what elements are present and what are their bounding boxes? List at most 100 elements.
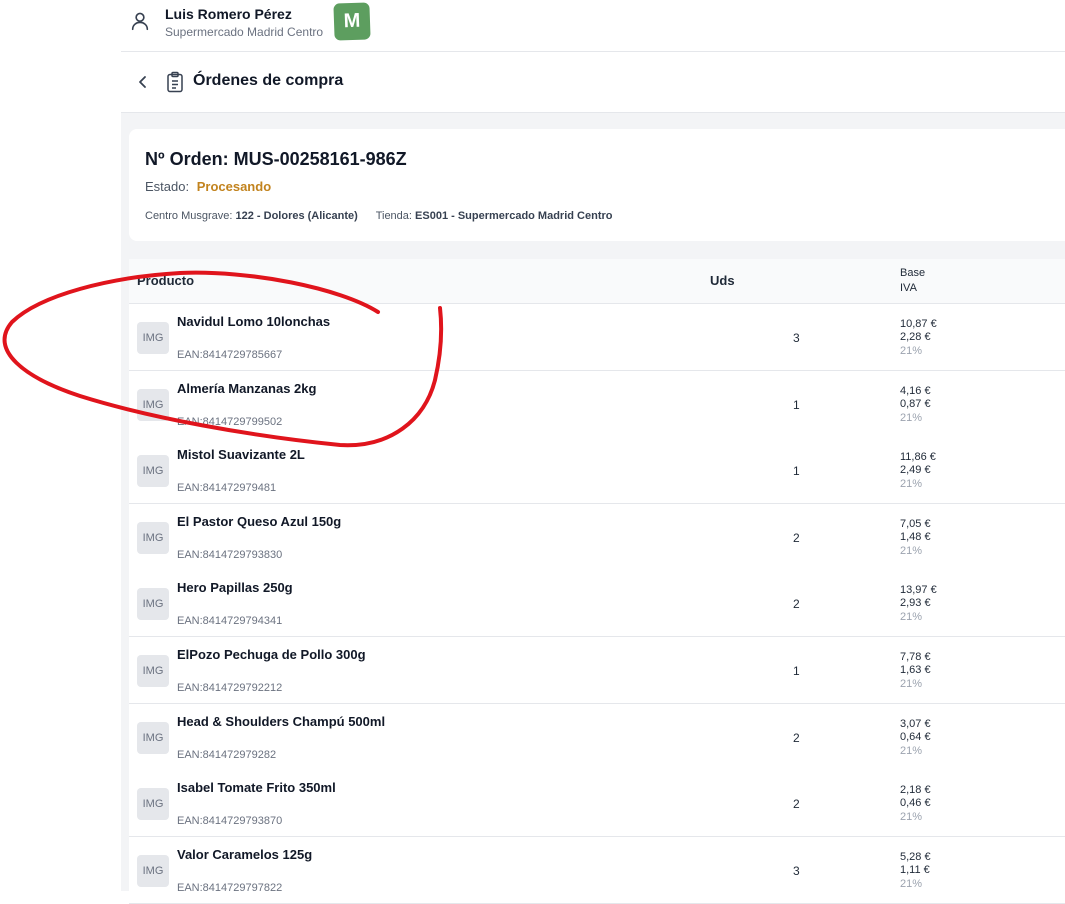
user-bar: Luis Romero Pérez Supermercado Madrid Ce… xyxy=(121,0,1065,52)
table-row[interactable]: IMG Navidul Lomo 10lonchas EAN:84147297856… xyxy=(129,304,1065,371)
product-base-price: 3,07 € xyxy=(900,717,931,730)
product-iva-rate: 21% xyxy=(900,544,923,557)
product-iva-amount: 1,63 € xyxy=(900,664,931,676)
order-number: Nº Orden: MUS-00258161-986Z xyxy=(145,149,407,169)
product-thumbnail: IMG xyxy=(137,788,169,821)
product-base-price: 7,05 € xyxy=(900,517,931,530)
product-iva-rate: 21% xyxy=(900,678,923,690)
product-base-price: 4,16 € xyxy=(900,384,931,397)
user-icon[interactable] xyxy=(129,10,151,32)
product-iva-amount: 0,46 € xyxy=(900,797,931,810)
product-thumbnail: IMG xyxy=(137,388,169,421)
product-iva-amount: 2,28 € xyxy=(900,331,931,343)
center-label: Centro Musgrave: xyxy=(145,210,233,222)
product-name[interactable]: Mistol Suavizante 2L xyxy=(177,447,305,462)
product-iva-rate: 21% xyxy=(900,411,923,424)
user-store: Supermercado Madrid Centro xyxy=(165,25,324,39)
left-gutter xyxy=(0,0,121,891)
back-arrow-icon[interactable] xyxy=(133,72,153,92)
product-iva-rate: 21% xyxy=(900,744,923,757)
product-quantity: 3 xyxy=(793,331,800,345)
status-line: Estado: Procesando xyxy=(145,179,271,194)
product-thumbnail: IMG xyxy=(137,322,169,354)
product-name[interactable]: Hero Papillas 250g xyxy=(177,580,293,595)
product-thumbnail: IMG xyxy=(137,455,169,488)
center-value: 122 - Dolores (Alicante) xyxy=(235,210,358,222)
product-name[interactable]: Isabel Tomate Frito 350ml xyxy=(177,780,336,795)
product-iva-rate: 21% xyxy=(900,345,923,357)
product-quantity: 3 xyxy=(793,863,800,878)
product-iva-rate: 21% xyxy=(900,811,923,824)
table-row[interactable]: IMG Hero Papillas 250g EAN:8414729794341 2 1… xyxy=(129,570,1065,638)
product-iva-rate: 21% xyxy=(900,611,923,624)
table-row[interactable]: IMG Almería Manzanas 2kg EAN:8414729799502… xyxy=(129,370,1065,438)
product-iva-rate: 21% xyxy=(900,877,923,890)
product-ean: EAN:841472979481 xyxy=(177,482,277,495)
brand-logo: M xyxy=(333,2,371,41)
product-iva-amount: 1,48 € xyxy=(900,530,931,543)
status-value: Procesando xyxy=(196,179,272,194)
page-title: Órdenes de compra xyxy=(193,72,344,89)
product-name[interactable]: Navidul Lomo 10lonchas xyxy=(177,314,330,329)
product-thumbnail: IMG xyxy=(137,721,169,754)
product-name[interactable]: ElPozo Pechuga de Pollo 300g xyxy=(177,647,366,662)
product-base-price: 7,78 € xyxy=(900,651,931,663)
product-ean: EAN:8414729799502 xyxy=(177,415,283,428)
product-ean: EAN:8414729792212 xyxy=(177,682,283,694)
header-product[interactable]: Producto xyxy=(137,273,194,288)
product-name[interactable]: Head & Shoulders Champú 500ml xyxy=(177,714,385,729)
header-iva: IVA xyxy=(900,282,917,294)
product-base-price: 11,86 € xyxy=(900,451,936,464)
product-ean: EAN:8414729797822 xyxy=(177,881,283,894)
product-base-price: 13,97 € xyxy=(900,584,937,597)
products-table: Producto Uds Base IVA IMG Navidul Lomo 10… xyxy=(129,259,1065,904)
product-ean: EAN:8414729793870 xyxy=(177,815,283,828)
product-quantity: 1 xyxy=(793,397,800,412)
header-base: Base xyxy=(900,267,926,279)
product-iva-amount: 1,11 € xyxy=(900,863,930,876)
product-iva-amount: 2,93 € xyxy=(900,597,931,610)
product-quantity: 2 xyxy=(793,730,800,745)
status-label: Estado: xyxy=(145,179,190,194)
store-value: ES001 - Supermercado Madrid Centro xyxy=(415,210,613,222)
main-content: Luis Romero Pérez Supermercado Madrid Ce… xyxy=(121,0,1065,904)
product-quantity: 2 xyxy=(793,530,800,545)
product-thumbnail: IMG xyxy=(137,521,169,554)
header-units[interactable]: Uds xyxy=(710,273,735,288)
product-quantity: 1 xyxy=(793,464,800,479)
product-quantity: 2 xyxy=(793,797,800,812)
table-row[interactable]: IMG Isabel Tomate Frito 350ml EAN:84147297… xyxy=(129,770,1065,838)
product-thumbnail: IMG xyxy=(137,588,169,621)
product-name[interactable]: Valor Caramelos 125g xyxy=(177,847,312,862)
table-row[interactable]: IMG ElPozo Pechuga de Pollo 300g EAN:84147… xyxy=(129,637,1065,704)
product-ean: EAN:8414729794341 xyxy=(177,615,283,628)
product-ean: EAN:8414729785667 xyxy=(177,349,283,361)
page-header: Órdenes de compra xyxy=(121,52,1065,113)
product-base-price: 2,18 € xyxy=(900,784,931,797)
order-card: Nº Orden: MUS-00258161-986Z Estado: Proc… xyxy=(129,129,1065,241)
product-base-price: 10,87 € xyxy=(900,318,937,330)
product-quantity: 1 xyxy=(793,664,800,678)
header-base-iva[interactable]: Base IVA xyxy=(900,266,925,296)
product-iva-amount: 2,49 € xyxy=(900,464,931,477)
table-row[interactable]: IMG El Pastor Queso Azul 150g EAN:84147297… xyxy=(129,503,1065,571)
clipboard-icon xyxy=(167,71,183,93)
product-ean: EAN:8414729793830 xyxy=(177,548,283,561)
table-row[interactable]: IMG Head & Shoulders Champú 500ml EAN:8414… xyxy=(129,703,1065,771)
store-label: Tienda: xyxy=(375,210,412,222)
product-base-price: 5,28 € xyxy=(900,850,931,863)
product-name[interactable]: El Pastor Queso Azul 150g xyxy=(177,514,341,529)
product-iva-rate: 21% xyxy=(900,478,923,491)
user-name: Luis Romero Pérez xyxy=(165,6,292,22)
table-row[interactable]: IMG Mistol Suavizante 2L EAN:841472979481 1… xyxy=(129,437,1065,505)
product-thumbnail: IMG xyxy=(137,854,169,887)
product-iva-amount: 0,87 € xyxy=(900,397,931,410)
product-ean: EAN:841472979282 xyxy=(177,748,277,761)
table-header: Producto Uds Base IVA xyxy=(129,259,1065,304)
order-meta: Centro Musgrave: 122 - Dolores (Alicante… xyxy=(145,210,613,222)
table-row[interactable]: IMG Valor Caramelos 125g EAN:8414729797822… xyxy=(129,836,1065,904)
product-name[interactable]: Almería Manzanas 2kg xyxy=(177,381,316,396)
product-iva-amount: 0,64 € xyxy=(900,730,931,743)
product-quantity: 2 xyxy=(793,597,800,612)
product-thumbnail: IMG xyxy=(137,655,169,687)
